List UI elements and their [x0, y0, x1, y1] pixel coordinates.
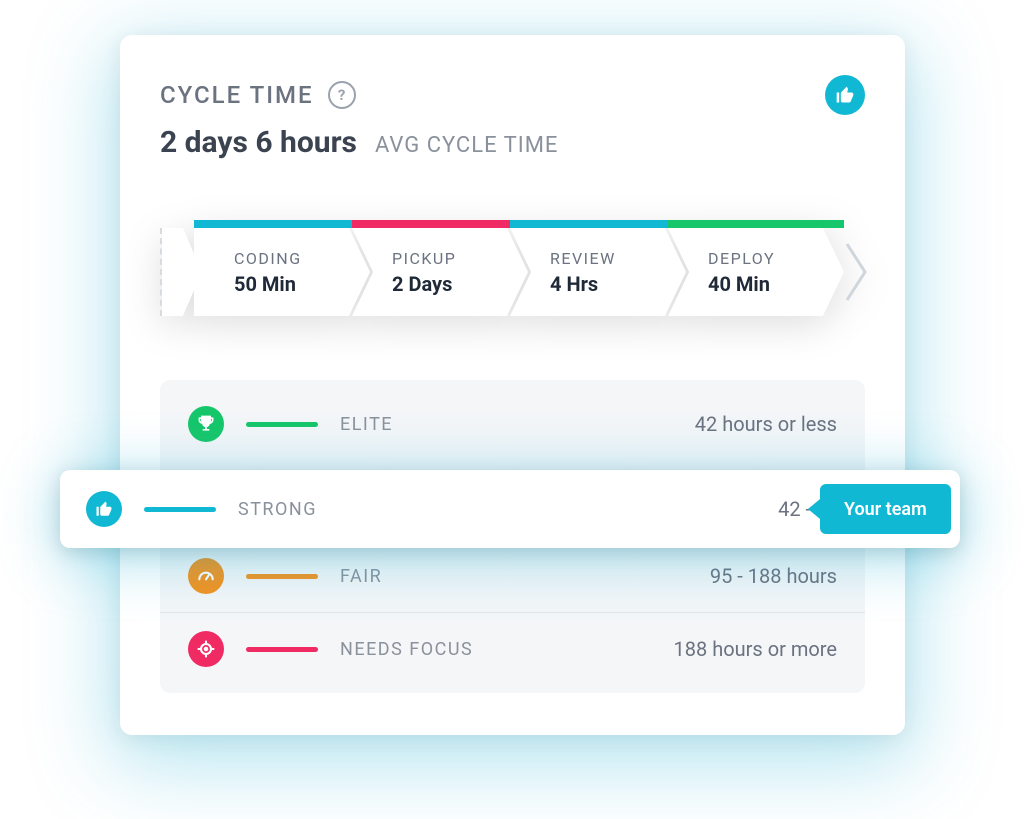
- trophy-icon: [188, 406, 224, 442]
- level-range: 42 hours or less: [510, 412, 837, 436]
- stage-bar: [194, 220, 370, 228]
- target-icon: [188, 631, 224, 667]
- level-line: [144, 507, 216, 512]
- summary-row: 2 days 6 hours AVG CYCLE TIME: [160, 125, 865, 160]
- level-line: [246, 574, 318, 579]
- level-name: ELITE: [340, 414, 510, 435]
- level-range: 188 hours or more: [510, 637, 837, 661]
- stage-bar: [352, 220, 528, 228]
- title-wrap: CYCLE TIME ?: [160, 81, 356, 109]
- stage-coding[interactable]: CODING 50 Min: [194, 220, 370, 316]
- thumbs-up-icon: [86, 491, 122, 527]
- trailing-chevron-icon: [836, 228, 876, 316]
- stage-bar: [668, 220, 844, 228]
- gauge-icon: [188, 558, 224, 594]
- stage-value: 40 Min: [708, 272, 844, 296]
- stage-value: 50 Min: [234, 272, 370, 296]
- level-name: STRONG: [238, 499, 408, 520]
- stage-label: REVIEW: [550, 249, 686, 268]
- stage-bar: [510, 220, 686, 228]
- card-title: CYCLE TIME: [160, 81, 314, 109]
- stage-label: CODING: [234, 249, 370, 268]
- cycle-time-card: CYCLE TIME ? 2 days 6 hours AVG CYCLE TI…: [120, 35, 905, 735]
- avg-cycle-value: 2 days 6 hours: [160, 125, 357, 160]
- level-row-needs-focus: NEEDS FOCUS 188 hours or more: [160, 612, 865, 685]
- stage-value: 4 Hrs: [550, 272, 686, 296]
- thumbs-up-icon: [825, 75, 865, 115]
- stage-deploy[interactable]: DEPLOY 40 Min: [668, 220, 844, 316]
- stage-label: DEPLOY: [708, 249, 844, 268]
- help-icon[interactable]: ?: [328, 81, 356, 109]
- level-name: FAIR: [340, 566, 510, 587]
- your-team-label: Your team: [844, 499, 927, 520]
- level-row-elite: ELITE 42 hours or less: [160, 388, 865, 460]
- level-row-fair: FAIR 95 - 188 hours: [160, 539, 865, 612]
- level-name: NEEDS FOCUS: [340, 639, 510, 660]
- stage-review[interactable]: REVIEW 4 Hrs: [510, 220, 686, 316]
- level-line: [246, 422, 318, 427]
- level-range: 95 - 188 hours: [510, 564, 837, 588]
- card-header: CYCLE TIME ?: [160, 75, 865, 115]
- stage-pickup[interactable]: PICKUP 2 Days: [352, 220, 528, 316]
- your-team-badge: Your team: [820, 484, 951, 534]
- level-line: [246, 647, 318, 652]
- avg-cycle-label: AVG CYCLE TIME: [375, 133, 558, 158]
- stage-value: 2 Days: [392, 272, 528, 296]
- stage-label: PICKUP: [392, 249, 528, 268]
- stage-breakdown: CODING 50 Min PICKUP 2 Days REVIEW 4 Hrs: [160, 220, 865, 340]
